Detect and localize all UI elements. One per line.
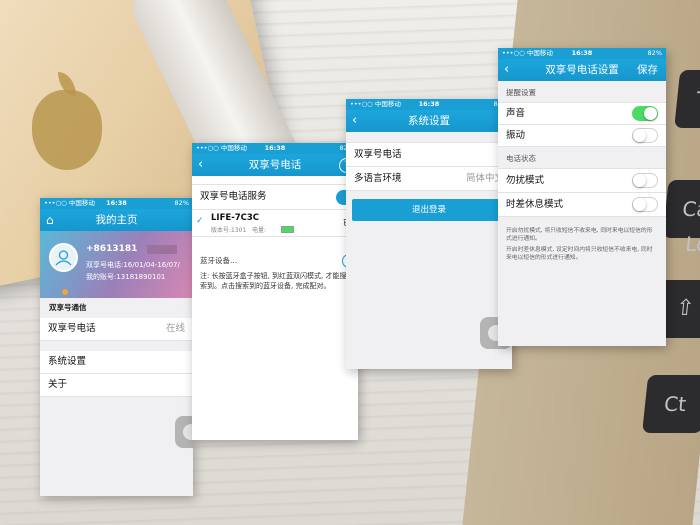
page-title: 系统设置 — [408, 115, 450, 127]
list-item-label: 关于 — [48, 379, 68, 390]
nav-bar: ‹ 系统设置 — [346, 110, 512, 132]
dnd-row: 勿扰模式 — [498, 168, 666, 193]
device-name: LIFE-7C3C — [211, 213, 260, 223]
phone-service-screen: •••○○ 中国移动 16:38 82% ‹ 双享号电话 ? 双享号电话服务 ✓… — [192, 143, 358, 440]
keyboard-key: Ct — [642, 375, 700, 433]
searching-label: 蓝牙设备... — [200, 256, 238, 265]
profile-account: 我的账号:13181890101 — [86, 273, 166, 281]
back-icon[interactable]: ‹ — [504, 59, 509, 81]
assistive-touch-button[interactable] — [175, 416, 193, 448]
nav-bar: ⌂ 我的主页 — [40, 209, 193, 231]
time-label: 16:38 — [264, 144, 286, 152]
dnd-label: 勿扰模式 — [506, 175, 545, 186]
phone-settings-screen: •••○○ 中国移动 16:38 82% ‹ 双享号电话设置 保存 提醒设置 声… — [498, 48, 666, 346]
keyboard-key: Ta — [674, 70, 700, 128]
list-item-settings[interactable]: 系统设置 — [40, 351, 193, 374]
device-meta: 版本号:1301 电量: — [211, 227, 267, 234]
page-title: 双享号电话设置 — [545, 64, 619, 76]
pairing-note: 注: 长按蓝牙盒子按钮, 到红蓝双闪模式, 才能搜索到。点击搜索到的蓝牙设备, … — [200, 272, 347, 290]
status-dot — [62, 289, 68, 295]
service-row: 双享号电话服务 — [192, 184, 358, 210]
sound-toggle[interactable] — [632, 106, 658, 121]
redacted-bar — [147, 245, 177, 254]
battery-label: 82% — [174, 199, 189, 207]
profile-card[interactable]: +8613181 双享号电话:16/01/04-16/07/ 我的账号:1318… — [40, 231, 193, 298]
home-screen: •••○○ 中国移动 16:38 82% ⌂ 我的主页 +8613181 双享号… — [40, 198, 193, 496]
back-icon[interactable]: ‹ — [352, 110, 357, 132]
status-section-header: 电话状态 — [506, 154, 536, 163]
vibrate-toggle[interactable] — [632, 128, 658, 143]
battery-label: 82% — [647, 49, 662, 57]
nav-bar: ‹ 双享号电话设置 保存 — [498, 59, 666, 81]
vibrate-label: 振动 — [506, 130, 526, 141]
status-bar: •••○○ 中国移动 16:38 82% — [40, 198, 193, 209]
page-title: 双享号电话 — [248, 159, 302, 171]
keyboard-key-label: Lo — [684, 232, 700, 256]
service-label: 双享号电话服务 — [200, 191, 267, 202]
searching-row: 蓝牙设备... — [192, 251, 358, 271]
back-icon[interactable]: ‹ — [198, 154, 203, 176]
dnd-note: 开启勿扰模式, 将只收短信不收来电, 同时来电以短信的形式进行通知。 — [506, 228, 653, 242]
list-item-label: 多语言环境 — [354, 173, 402, 184]
nav-bar: ‹ 双享号电话 ? — [192, 154, 358, 176]
list-item-language[interactable]: 多语言环境 简体中文 — [346, 167, 512, 191]
sound-row: 声音 — [498, 102, 666, 125]
online-status: 在线 — [165, 323, 185, 334]
status-bar: •••○○ 中国移动 16:38 82% — [346, 99, 512, 110]
list-item-about[interactable]: 关于 — [40, 374, 193, 397]
timezone-note: 开启时差休息模式, 设定时间内将只收短信不收来电, 同时来电以短信的形式进行通知… — [506, 247, 653, 261]
avatar[interactable] — [49, 243, 78, 272]
profile-date: 双享号电话:16/01/04-16/07/ — [86, 261, 180, 269]
device-row[interactable]: ✓ LIFE-7C3C 版本号:1301 电量: 已配 — [192, 210, 358, 237]
system-settings-screen: •••○○ 中国移动 16:38 82% ‹ 系统设置 双享号电话 多语言环境 … — [346, 99, 512, 369]
user-icon — [55, 250, 72, 266]
apple-logo — [32, 90, 102, 170]
profile-phone: +8613181 — [86, 244, 138, 254]
time-label: 16:38 — [418, 100, 440, 108]
time-label: 16:38 — [106, 199, 127, 207]
battery-icon — [281, 226, 294, 233]
reminder-section-header: 提醒设置 — [506, 88, 536, 97]
home-icon[interactable]: ⌂ — [46, 209, 54, 231]
section-header: 双享号通信 — [49, 303, 87, 312]
list-item-label: 系统设置 — [48, 356, 87, 367]
timezone-rest-label: 时差休息模式 — [506, 199, 564, 210]
status-bar: •••○○ 中国移动 16:38 82% — [498, 48, 666, 59]
check-icon: ✓ — [196, 216, 204, 226]
logout-button[interactable]: 退出登录 — [352, 199, 506, 221]
list-item-phone[interactable]: 双享号电话 在线 — [40, 318, 193, 341]
logout-label: 退出登录 — [411, 205, 446, 215]
list-item-label: 双享号电话 — [48, 323, 96, 334]
status-bar: •••○○ 中国移动 16:38 82% — [192, 143, 358, 154]
time-label: 16:38 — [571, 49, 593, 57]
page-title: 我的主页 — [95, 214, 138, 226]
list-item-phone[interactable]: 双享号电话 — [346, 142, 512, 167]
vibrate-row: 振动 — [498, 125, 666, 147]
timezone-rest-toggle[interactable] — [632, 197, 658, 212]
timezone-rest-row: 时差休息模式 — [498, 193, 666, 217]
save-button[interactable]: 保存 — [637, 59, 658, 81]
sound-label: 声音 — [506, 108, 526, 119]
list-item-label: 双享号电话 — [354, 149, 402, 160]
dnd-toggle[interactable] — [632, 173, 658, 188]
